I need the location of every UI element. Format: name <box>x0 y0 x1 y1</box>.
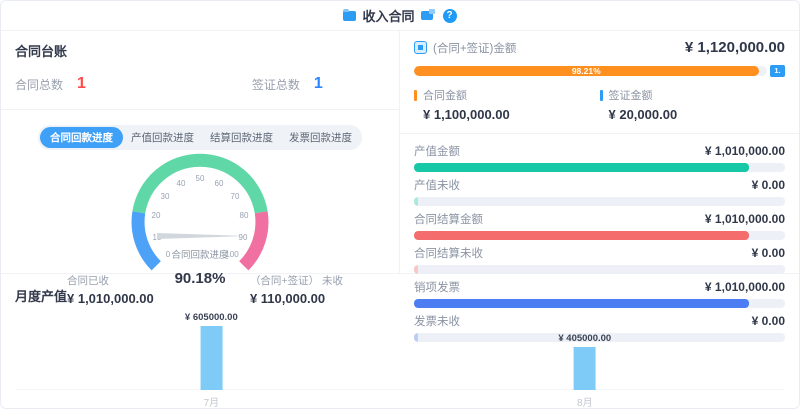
svg-text:60: 60 <box>215 179 224 188</box>
divider <box>400 133 799 134</box>
metric-label: 产值未收 <box>414 177 460 193</box>
metric-row: 合同结算金额 ¥ 1,010,000.00 <box>414 211 785 240</box>
metric-bar-track <box>414 163 785 172</box>
metric-value: ¥ 1,010,000.00 <box>705 212 785 226</box>
metric-label: 合同结算未收 <box>414 245 483 261</box>
legend-label: 合同金额 <box>423 87 467 103</box>
divider <box>1 109 399 110</box>
contract-amount-bar: 98.21% <box>414 66 759 76</box>
legend-color-chip <box>414 90 417 101</box>
stat-contract-total: 合同总数 1 <box>15 75 252 93</box>
legend-label: 签证金额 <box>609 87 653 103</box>
metric-bar-fill <box>414 197 418 206</box>
stat-value: 1 <box>314 75 323 93</box>
bar[interactable] <box>574 347 596 390</box>
metric-label: 销项发票 <box>414 279 460 295</box>
received-block: 合同已收 ¥ 1,010,000.00 <box>67 273 154 306</box>
gauge-ticks: 0 10 20 30 40 50 60 70 80 90 100 <box>152 174 249 259</box>
bar[interactable] <box>200 326 222 390</box>
monthly-output-chart: ¥ 605000.00 7月 ¥ 405000.00 8月 <box>15 307 785 407</box>
summary-title: (合同+签证)金额 <box>433 40 516 56</box>
tab-contract-progress[interactable]: 合同回款进度 <box>40 127 123 148</box>
gauge-segment-green <box>139 160 261 212</box>
bar-group: ¥ 405000.00 8月 <box>558 333 611 407</box>
bar-value-label: ¥ 405000.00 <box>558 333 611 344</box>
folder-icon <box>343 11 356 21</box>
stacked-bar-track: 98.21% <box>414 66 767 76</box>
svg-text:20: 20 <box>152 211 161 220</box>
unreceived-label: （合同+签证） 未收 <box>250 273 343 288</box>
legend-visa-amount: 签证金额 ¥ 20,000.00 <box>600 87 786 122</box>
metric-bar-track <box>414 265 785 274</box>
svg-text:0: 0 <box>166 250 171 259</box>
svg-text:70: 70 <box>231 192 240 201</box>
metric-bar-fill <box>414 231 749 240</box>
contract-icon <box>414 41 427 54</box>
help-icon[interactable]: ? <box>443 9 457 23</box>
stat-value: 1 <box>77 75 86 93</box>
contract-ledger-panel: 合同台账 合同总数 1 签证总数 1 合同回款进度 产值回款进度 结算回款进度 … <box>1 31 400 273</box>
legend-value: ¥ 1,100,000.00 <box>423 107 600 122</box>
metric-row: 产值金额 ¥ 1,010,000.00 <box>414 143 785 172</box>
metric-value: ¥ 1,010,000.00 <box>705 280 785 294</box>
metric-label: 产值金额 <box>414 143 460 159</box>
doc-icon <box>421 11 433 20</box>
x-tick-label: 8月 <box>577 394 593 407</box>
svg-text:40: 40 <box>177 179 186 188</box>
amount-summary-panel: (合同+签证)金额 ¥ 1,120,000.00 98.21% 1. 合同金额 … <box>400 31 799 273</box>
summary-total: ¥ 1,120,000.00 <box>685 39 785 56</box>
metric-row: 销项发票 ¥ 1,010,000.00 <box>414 279 785 308</box>
page-title: 收入合同 <box>362 6 414 25</box>
gauge-title: 合同回款进度 <box>171 249 229 261</box>
bar-value-label: ¥ 605000.00 <box>185 312 238 323</box>
metric-bar-fill <box>414 163 749 172</box>
stat-visa-total: 签证总数 1 <box>252 75 385 93</box>
progress-tabs: 合同回款进度 产值回款进度 结算回款进度 发票回款进度 <box>38 125 362 150</box>
metric-row: 合同结算未收 ¥ 0.00 <box>414 245 785 274</box>
bar-group: ¥ 605000.00 7月 <box>185 312 238 407</box>
metric-label: 合同结算金额 <box>414 211 483 227</box>
stat-label: 签证总数 <box>252 76 300 93</box>
unreceived-block: （合同+签证） 未收 ¥ 110,000.00 <box>250 273 343 306</box>
svg-text:90: 90 <box>239 233 248 242</box>
visa-amount-chip: 1. <box>770 65 785 77</box>
metric-bar-fill <box>414 265 418 274</box>
ledger-title: 合同台账 <box>15 41 385 60</box>
tab-settlement-progress[interactable]: 结算回款进度 <box>202 127 281 148</box>
svg-text:30: 30 <box>161 192 170 201</box>
legend-value: ¥ 20,000.00 <box>609 107 786 122</box>
metric-value: ¥ 1,010,000.00 <box>705 144 785 158</box>
header: 收入合同 ? <box>1 1 799 31</box>
gauge-needle <box>157 233 247 239</box>
received-value: ¥ 1,010,000.00 <box>67 291 154 306</box>
x-axis-line <box>15 389 785 390</box>
metric-value: ¥ 0.00 <box>752 246 785 260</box>
metric-bar-track <box>414 231 785 240</box>
ledger-stats: 合同总数 1 签证总数 1 <box>15 75 385 93</box>
amount-legend: 合同金额 ¥ 1,100,000.00 签证金额 ¥ 20,000.00 <box>414 87 785 122</box>
metric-row: 产值未收 ¥ 0.00 <box>414 177 785 206</box>
unreceived-value: ¥ 110,000.00 <box>250 291 343 306</box>
gauge-chart: 0 10 20 30 40 50 60 70 80 90 100 合同回款进度 <box>95 152 305 276</box>
metric-value: ¥ 0.00 <box>752 178 785 192</box>
x-tick-label: 7月 <box>204 394 220 407</box>
legend-contract-amount: 合同金额 ¥ 1,100,000.00 <box>414 87 600 122</box>
svg-text:50: 50 <box>196 174 205 183</box>
received-label: 合同已收 <box>67 273 154 288</box>
svg-text:80: 80 <box>240 211 249 220</box>
stat-label: 合同总数 <box>15 76 63 93</box>
dashboard: 收入合同 ? 合同台账 合同总数 1 签证总数 1 合同回款进度 <box>0 0 800 409</box>
amount-stacked-bar: 98.21% 1. <box>414 65 785 77</box>
tab-output-progress[interactable]: 产值回款进度 <box>123 127 202 148</box>
metric-bar-track <box>414 197 785 206</box>
tab-invoice-progress[interactable]: 发票回款进度 <box>281 127 360 148</box>
legend-color-chip <box>600 90 603 101</box>
